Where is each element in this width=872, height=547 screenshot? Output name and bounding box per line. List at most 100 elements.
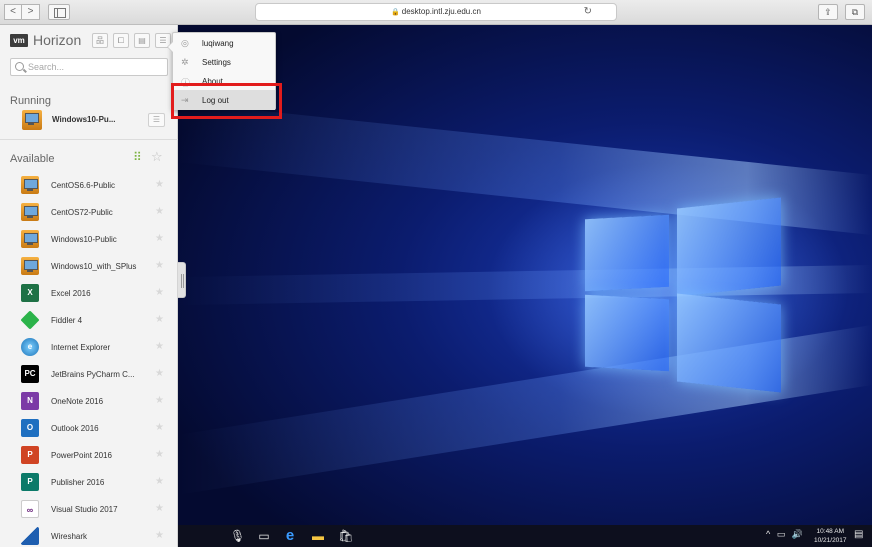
url-text: desktop.intl.zju.edu.cn bbox=[401, 7, 481, 16]
list-item[interactable]: O Outlook 2016 ★ bbox=[0, 415, 178, 442]
list-item[interactable]: Fiddler 4 ★ bbox=[0, 307, 178, 334]
sidebar-collapse-handle[interactable] bbox=[178, 262, 186, 298]
windows-logo-pane bbox=[677, 293, 781, 393]
wireshark-icon bbox=[21, 527, 39, 545]
sidebar-header: vm Horizon 品 ⧠ ▤ ☰ bbox=[0, 25, 178, 55]
clock-date: 10/21/2017 bbox=[814, 537, 847, 544]
menu-item-label: luqiwang bbox=[202, 39, 234, 48]
task-view-icon[interactable]: ▭ bbox=[256, 528, 272, 544]
list-item-label: PowerPoint 2016 bbox=[51, 451, 112, 460]
list-item-label: CentOS6.6-Public bbox=[51, 181, 116, 190]
list-item-label: JetBrains PyCharm C... bbox=[51, 370, 135, 379]
vm-desktop-icon bbox=[21, 230, 39, 248]
browser-toolbar: < > 🔒 desktop.intl.zju.edu.cn ↻ ⇪ ⧉ bbox=[0, 0, 872, 25]
tabs-overview-icon[interactable]: ⧉ bbox=[845, 4, 865, 20]
list-item[interactable]: P Publisher 2016 ★ bbox=[0, 469, 178, 496]
action-center-icon[interactable]: ▤ bbox=[854, 529, 863, 540]
favorite-star-icon[interactable]: ★ bbox=[155, 206, 164, 217]
forward-button[interactable]: > bbox=[22, 4, 40, 20]
menu-item-user[interactable]: ◎ luqiwang bbox=[173, 35, 275, 53]
system-tray-icons[interactable]: ^ ▭ 🔊 bbox=[766, 529, 805, 540]
clock-time: 10:48 AM bbox=[816, 528, 844, 535]
favorite-star-icon[interactable]: ★ bbox=[155, 260, 164, 271]
user-icon: ◎ bbox=[181, 38, 189, 48]
sidebar-toggle-icon[interactable] bbox=[48, 4, 70, 20]
list-item-label: OneNote 2016 bbox=[51, 397, 104, 406]
reload-icon[interactable]: ↻ bbox=[584, 4, 592, 20]
list-item[interactable]: PC JetBrains PyCharm C... ★ bbox=[0, 361, 178, 388]
remote-desktop-wallpaper[interactable] bbox=[178, 25, 872, 525]
taskbar-clock[interactable]: 10:48 AM 10/21/2017 bbox=[814, 527, 847, 545]
favorites-filter-icon[interactable]: ☆ bbox=[151, 149, 163, 165]
outlook-icon: O bbox=[21, 419, 39, 437]
powerpoint-icon: P bbox=[21, 446, 39, 464]
visual-studio-icon: ∞ bbox=[21, 500, 39, 518]
edge-browser-icon[interactable]: e bbox=[282, 528, 298, 544]
windows-taskbar: 🎙 ▭ e ▬ 🛍 ^ ▭ 🔊 10:48 AM 10/21/2017 ▤ bbox=[178, 525, 872, 547]
internet-explorer-icon: e bbox=[21, 338, 39, 356]
favorite-star-icon[interactable]: ★ bbox=[155, 422, 164, 433]
running-item-label: Windows10-Pu... bbox=[52, 115, 116, 124]
address-bar[interactable]: 🔒 desktop.intl.zju.edu.cn ↻ bbox=[255, 3, 617, 21]
app-title: Horizon bbox=[33, 32, 82, 48]
list-item[interactable]: P PowerPoint 2016 ★ bbox=[0, 442, 178, 469]
search-input[interactable] bbox=[28, 60, 164, 74]
store-icon[interactable]: 🛍 bbox=[338, 528, 354, 544]
list-item-label: Excel 2016 bbox=[51, 289, 91, 298]
list-item-label: Windows10-Public bbox=[51, 235, 117, 244]
vm-desktop-icon bbox=[21, 257, 39, 275]
file-explorer-icon[interactable]: ▬ bbox=[310, 528, 326, 544]
list-item[interactable]: Wireshark ★ bbox=[0, 523, 178, 547]
vm-desktop-icon bbox=[22, 110, 42, 130]
publisher-icon: P bbox=[21, 473, 39, 491]
favorite-star-icon[interactable]: ★ bbox=[155, 449, 164, 460]
list-item[interactable]: N OneNote 2016 ★ bbox=[0, 388, 178, 415]
list-item[interactable]: CentOS6.6-Public ★ bbox=[0, 172, 178, 199]
grid-view-icon[interactable]: ⠿ bbox=[133, 150, 142, 164]
favorite-star-icon[interactable]: ★ bbox=[155, 530, 164, 541]
horizon-sidebar: vm Horizon 品 ⧠ ▤ ☰ Running Windows10-Pu.… bbox=[0, 25, 178, 547]
list-item[interactable]: e Internet Explorer ★ bbox=[0, 334, 178, 361]
list-item-label: CentOS72-Public bbox=[51, 208, 113, 217]
list-item[interactable]: Windows10_with_SPlus ★ bbox=[0, 253, 178, 280]
share-icon[interactable]: ⇪ bbox=[818, 4, 838, 20]
list-item[interactable]: ∞ Visual Studio 2017 ★ bbox=[0, 496, 178, 523]
back-button[interactable]: < bbox=[4, 4, 22, 20]
file-transfer-icon[interactable]: ▤ bbox=[134, 33, 150, 48]
favorite-star-icon[interactable]: ★ bbox=[155, 476, 164, 487]
menu-item-settings[interactable]: ✲ Settings bbox=[173, 54, 275, 72]
favorite-star-icon[interactable]: ★ bbox=[155, 314, 164, 325]
nav-buttons: < > bbox=[4, 4, 40, 20]
favorite-star-icon[interactable]: ★ bbox=[155, 233, 164, 244]
running-item-menu-icon[interactable]: ☰ bbox=[148, 113, 165, 127]
running-item[interactable]: Windows10-Pu... ☰ bbox=[0, 105, 178, 135]
list-item-label: Publisher 2016 bbox=[51, 478, 105, 487]
windows-logo-pane bbox=[585, 294, 669, 372]
clipboard-icon[interactable]: ⧠ bbox=[113, 33, 129, 48]
pycharm-icon: PC bbox=[21, 365, 39, 383]
lock-icon: 🔒 bbox=[391, 9, 400, 16]
onenote-icon: N bbox=[21, 392, 39, 410]
microphone-icon[interactable]: 🎙 bbox=[230, 528, 245, 544]
list-item[interactable]: CentOS72-Public ★ bbox=[0, 199, 178, 226]
list-item-label: Outlook 2016 bbox=[51, 424, 99, 433]
favorite-star-icon[interactable]: ★ bbox=[155, 179, 164, 190]
excel-icon: X bbox=[21, 284, 39, 302]
favorite-star-icon[interactable]: ★ bbox=[155, 341, 164, 352]
list-item[interactable]: X Excel 2016 ★ bbox=[0, 280, 178, 307]
annotation-highlight-box bbox=[171, 83, 282, 119]
gear-icon: ✲ bbox=[181, 57, 189, 67]
favorite-star-icon[interactable]: ★ bbox=[155, 395, 164, 406]
list-item[interactable]: Windows10-Public ★ bbox=[0, 226, 178, 253]
favorite-star-icon[interactable]: ★ bbox=[155, 368, 164, 379]
list-item-label: Visual Studio 2017 bbox=[51, 505, 118, 514]
vm-desktop-icon bbox=[21, 176, 39, 194]
favorite-star-icon[interactable]: ★ bbox=[155, 287, 164, 298]
section-divider bbox=[0, 139, 178, 140]
connect-server-icon[interactable]: 品 bbox=[92, 33, 108, 48]
available-section-title: Available bbox=[10, 153, 55, 165]
list-item-label: Fiddler 4 bbox=[51, 316, 83, 325]
search-box bbox=[10, 58, 168, 76]
favorite-star-icon[interactable]: ★ bbox=[155, 503, 164, 514]
fiddler-icon bbox=[20, 310, 40, 330]
